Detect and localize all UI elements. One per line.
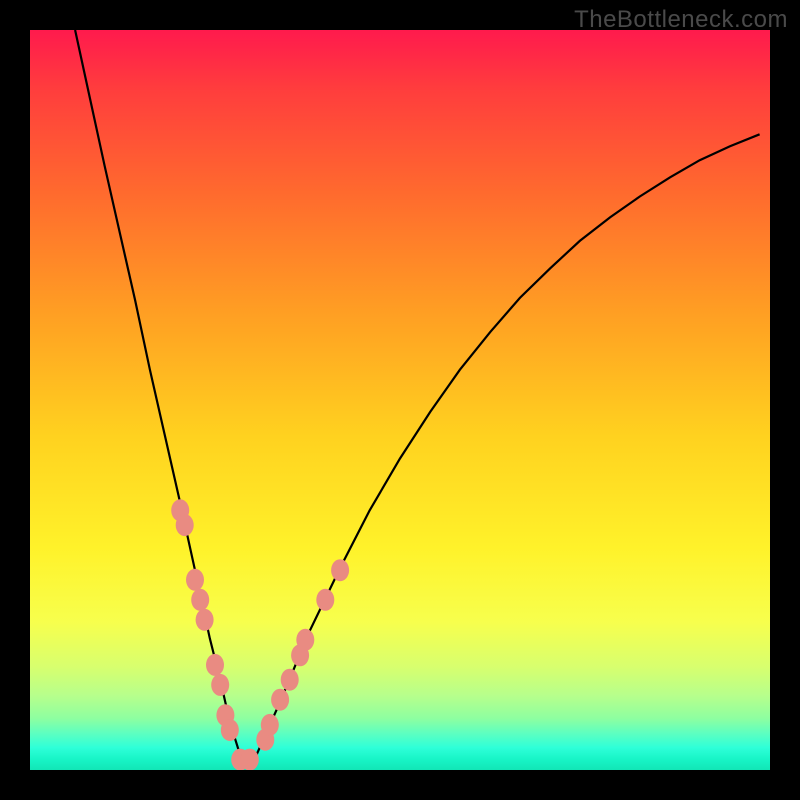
chart-svg	[30, 30, 770, 770]
data-marker	[296, 629, 314, 651]
data-marker	[191, 589, 209, 611]
data-marker	[261, 714, 279, 736]
data-marker	[221, 719, 239, 741]
data-marker	[211, 674, 229, 696]
data-marker	[331, 559, 349, 581]
watermark-text: TheBottleneck.com	[574, 6, 788, 34]
bottleneck-curve	[75, 30, 760, 758]
data-marker	[196, 609, 214, 631]
chart-gradient-background	[30, 30, 770, 770]
data-marker	[186, 569, 204, 591]
data-marker	[271, 689, 289, 711]
marker-group	[171, 499, 349, 770]
data-marker	[281, 669, 299, 691]
data-marker	[241, 749, 259, 770]
data-marker	[206, 654, 224, 676]
data-marker	[176, 514, 194, 536]
data-marker	[316, 589, 334, 611]
